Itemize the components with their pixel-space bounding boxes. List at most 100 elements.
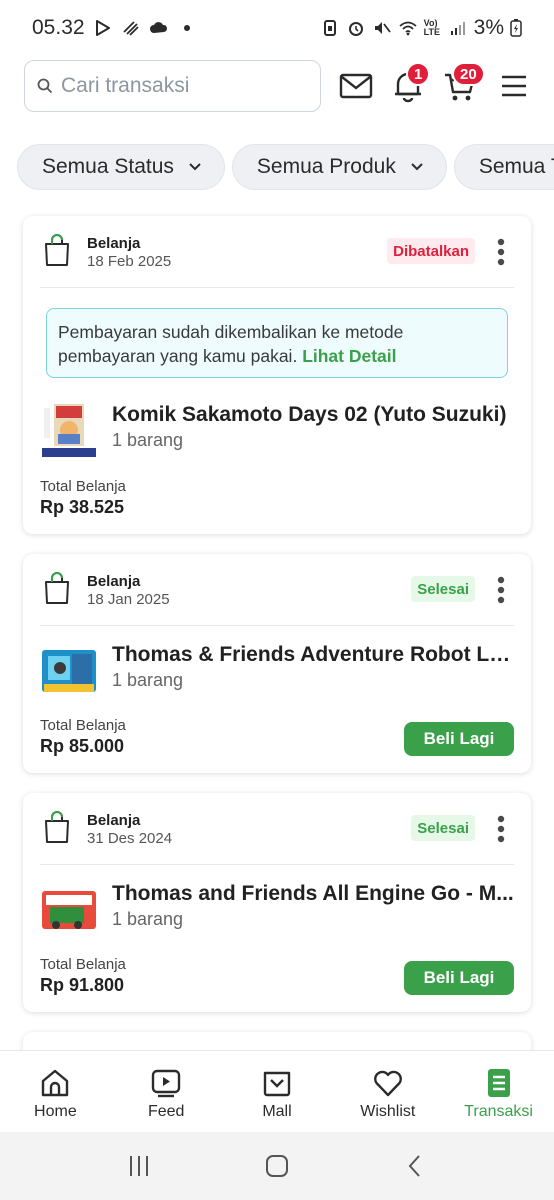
- total-value: Rp 91.800: [40, 975, 125, 995]
- transaction-type: Belanja: [87, 573, 141, 590]
- status-badge: Dibatalkan: [387, 238, 475, 264]
- product-quantity: 1 barang: [112, 909, 184, 929]
- product-thumbnail: [40, 402, 98, 460]
- search-icon: [37, 78, 53, 94]
- inbox-button[interactable]: [338, 68, 374, 104]
- battery-icon: [510, 18, 522, 38]
- nav-transaksi[interactable]: Transaksi: [443, 1051, 554, 1132]
- card-header: Belanja 18 Jan 2025 Selesai: [23, 554, 531, 626]
- shopping-bag-icon: [43, 571, 71, 605]
- filter-bar: Semua Status Semua Produk Semua Tanggal: [17, 144, 554, 192]
- total-label: Total Belanja: [40, 956, 126, 973]
- mail-icon: [339, 72, 373, 100]
- weather-wind-icon: [121, 18, 141, 38]
- sim-icon: [320, 18, 340, 38]
- nav-wishlist[interactable]: Wishlist: [332, 1051, 443, 1132]
- search-input[interactable]: [61, 74, 301, 98]
- status-right: Vo) LTE 3%: [320, 16, 522, 40]
- shopping-bag-icon: [43, 810, 71, 844]
- buy-again-button[interactable]: Beli Lagi: [404, 722, 514, 756]
- nav-feed[interactable]: Feed: [111, 1051, 222, 1132]
- play-icon: [150, 1067, 182, 1099]
- product-quantity: 1 barang: [112, 670, 184, 690]
- system-navigation: [0, 1132, 554, 1200]
- battery-percent: 3%: [473, 16, 504, 39]
- more-options-icon[interactable]: [497, 238, 505, 266]
- status-left: 05.32: [32, 16, 197, 40]
- product-name: Thomas & Friends Adventure Robot La...: [112, 643, 514, 666]
- wifi-icon: [398, 18, 418, 38]
- mute-icon: [372, 18, 392, 38]
- status-time: 05.32: [32, 16, 85, 39]
- cloud-icon: [149, 18, 169, 38]
- nav-home-label: Home: [34, 1103, 77, 1120]
- total-label: Total Belanja: [40, 717, 126, 734]
- home-icon: [39, 1067, 71, 1099]
- menu-button[interactable]: [496, 68, 532, 104]
- filter-date[interactable]: Semua Tanggal: [453, 144, 554, 190]
- total-value: Rp 85.000: [40, 736, 125, 756]
- more-options-icon[interactable]: [497, 815, 505, 843]
- app-header: 1 20: [0, 60, 554, 114]
- card-header: Belanja 31 Des 2024 Selesai: [23, 793, 531, 865]
- view-detail-link[interactable]: Lihat Detail: [302, 346, 396, 366]
- notification-badge: 1: [406, 62, 431, 86]
- chevron-down-icon: [410, 160, 424, 174]
- notification-button[interactable]: 1: [390, 62, 431, 104]
- filter-status-label: Semua Status: [42, 155, 174, 178]
- filter-date-label: Semua Tanggal: [478, 155, 554, 178]
- network-label: Vo) LTE: [423, 18, 440, 37]
- buy-again-button[interactable]: Beli Lagi: [404, 961, 514, 995]
- transaction-date: 18 Jan 2025: [87, 591, 170, 608]
- transaction-date: 31 Des 2024: [87, 830, 173, 847]
- transaction-card[interactable]: Belanja 18 Feb 2025 Dibatalkan Pembayara…: [23, 216, 531, 534]
- status-badge: Selesai: [411, 815, 475, 841]
- search-bar[interactable]: [24, 60, 321, 112]
- nav-feed-label: Feed: [147, 1103, 185, 1120]
- filter-product[interactable]: Semua Produk: [231, 144, 447, 190]
- total-value: Rp 38.525: [40, 497, 125, 517]
- transaction-card[interactable]: Belanja 31 Des 2024 Selesai Thomas and F…: [23, 793, 531, 1012]
- nav-home[interactable]: Home: [0, 1051, 111, 1132]
- shopping-bag-icon: [43, 233, 71, 267]
- divider: [40, 625, 514, 626]
- filter-status[interactable]: Semua Status: [17, 144, 225, 190]
- total-label: Total Belanja: [40, 478, 126, 495]
- bottom-navigation: Home Feed Mall Wishlist Transaksi: [0, 1050, 554, 1132]
- filter-product-label: Semua Produk: [256, 155, 396, 178]
- nav-mall[interactable]: Mall: [222, 1051, 333, 1132]
- status-bar: 05.32 Vo) LTE 3%: [0, 0, 554, 56]
- product-quantity: 1 barang: [112, 430, 184, 450]
- alarm-icon: [346, 18, 366, 38]
- product-name: Thomas and Friends All Engine Go - M...: [112, 882, 514, 905]
- nav-mall-label: Mall: [262, 1103, 292, 1120]
- more-options-icon[interactable]: [497, 576, 505, 604]
- mall-icon: [261, 1067, 293, 1099]
- cart-badge: 20: [452, 62, 485, 86]
- divider: [40, 287, 514, 288]
- home-button-icon[interactable]: [264, 1153, 290, 1179]
- transaction-type: Belanja: [87, 235, 141, 252]
- transaction-type: Belanja: [87, 812, 141, 829]
- hamburger-icon: [501, 75, 527, 97]
- signal-icon: [448, 18, 468, 38]
- card-header: Belanja 18 Feb 2025 Dibatalkan: [23, 216, 531, 288]
- divider: [40, 864, 514, 865]
- play-store-icon: [93, 18, 113, 38]
- receipt-icon: [483, 1067, 515, 1099]
- heart-icon: [372, 1067, 404, 1099]
- transaction-card[interactable]: Belanja 18 Jan 2025 Selesai Thomas & Fri…: [23, 554, 531, 773]
- refund-notice: Pembayaran sudah dikembalikan ke metode …: [46, 308, 508, 378]
- nav-transaksi-label: Transaksi: [464, 1103, 533, 1120]
- recent-apps-icon[interactable]: [126, 1153, 152, 1179]
- dot-icon: [177, 18, 197, 38]
- product-name: Komik Sakamoto Days 02 (Yuto Suzuki): [112, 403, 507, 426]
- product-thumbnail: [40, 642, 98, 700]
- chevron-down-icon: [188, 160, 202, 174]
- status-badge: Selesai: [411, 576, 475, 602]
- transaction-date: 18 Feb 2025: [87, 253, 172, 270]
- back-icon[interactable]: [402, 1153, 428, 1179]
- nav-wishlist-label: Wishlist: [360, 1103, 416, 1120]
- cart-button[interactable]: 20: [442, 62, 485, 104]
- product-thumbnail: [40, 881, 98, 939]
